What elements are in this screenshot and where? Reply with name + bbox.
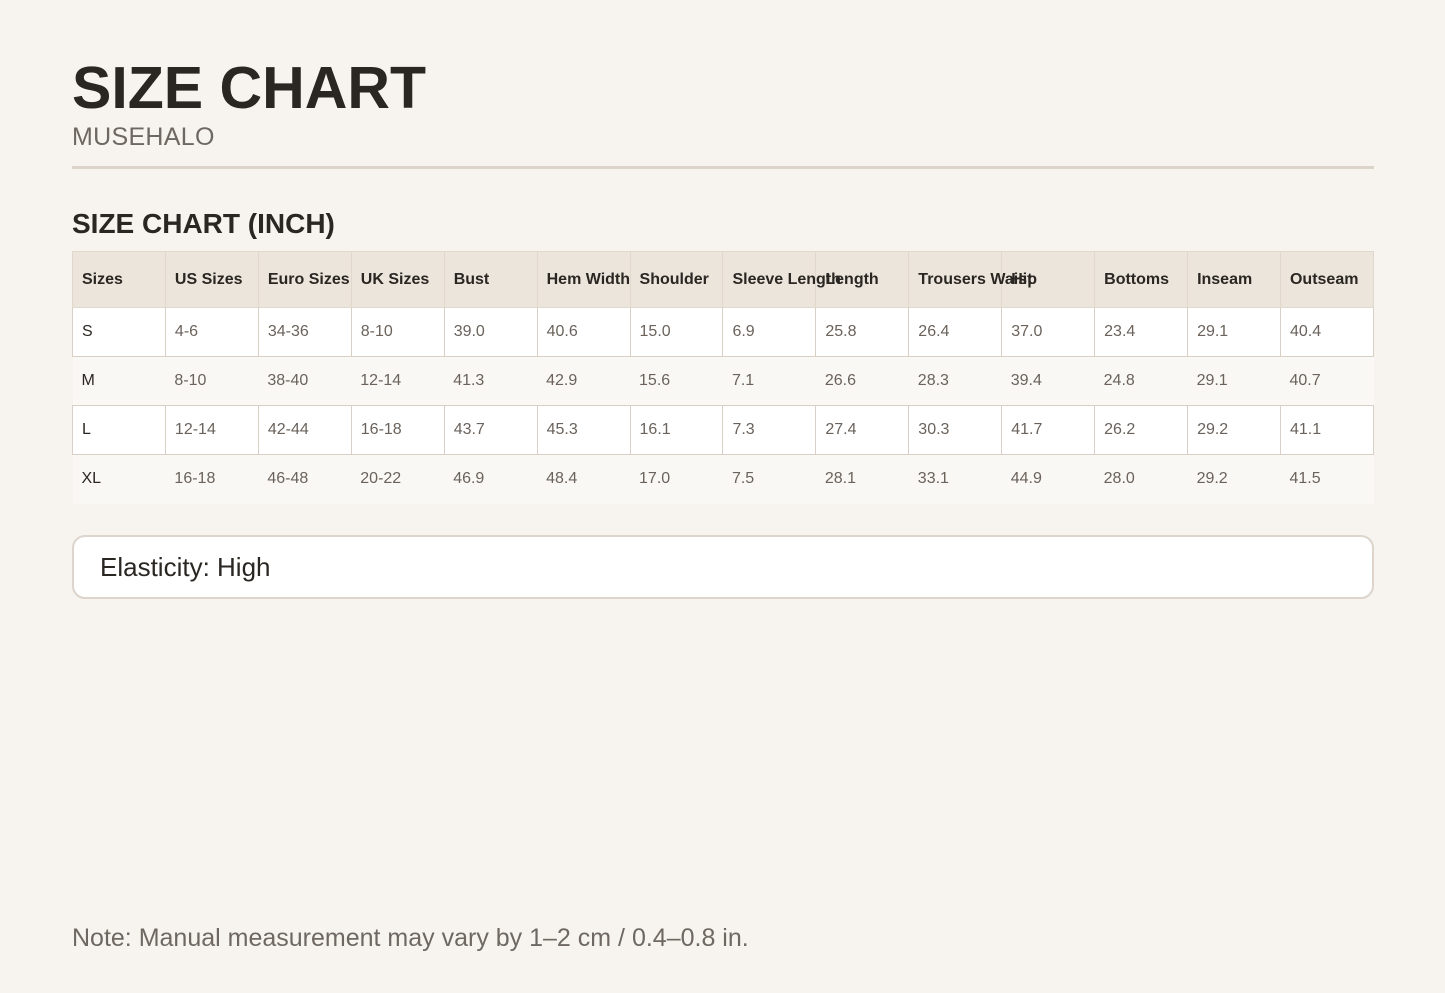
table-cell: 26.4 [908,307,1003,357]
column-header: UK Sizes [350,251,445,308]
table-cell: 40.7 [1280,356,1374,406]
table-cell: 41.5 [1280,454,1374,504]
table-cell: 28.3 [908,356,1002,406]
table-cell: 16.1 [629,405,724,455]
table-cell: 4-6 [164,307,259,357]
column-header: Length [815,251,910,308]
section-title: SIZE CHART (INCH) [72,208,335,239]
table-row: XL 16-18 46-48 20-22 46.9 48.4 17.0 7.5 … [72,454,1374,504]
table-cell: 7.3 [722,405,817,455]
table-cell: 41.1 [1279,405,1375,455]
table-cell: 40.4 [1279,307,1375,357]
column-header: Shoulder [629,251,724,308]
elasticity-box: Elasticity: High [72,535,1374,599]
brand-name: MUSEHALO [72,123,215,151]
table-cell: 28.0 [1094,454,1188,504]
column-header: Outseam [1279,251,1375,308]
column-header: Trousers Waist [908,251,1032,308]
page-title: SIZE CHART [72,55,426,121]
table-cell: 24.8 [1094,356,1188,406]
size-table: Sizes US Sizes Euro Sizes UK Sizes Bust … [72,251,1375,504]
table-cell: 42-44 [257,405,352,455]
table-cell: 41.7 [1001,405,1096,455]
table-cell: 29.2 [1187,405,1281,455]
table-cell: 8-10 [350,307,445,357]
table-row: S 4-6 34-36 8-10 39.0 40.6 15.0 6.9 25.8… [72,307,1375,357]
table-cell: 20-22 [351,454,445,504]
table-cell: 39.0 [443,307,538,357]
size-chart-page: SIZE CHART MUSEHALO SIZE CHART (INCH) Si… [0,0,1445,993]
divider [72,166,1374,169]
column-header: Inseam [1187,251,1281,308]
column-header: Sleeve Length [722,251,841,308]
table-cell: 17.0 [630,454,723,504]
table-cell: 46-48 [258,454,352,504]
table-cell: 46.9 [444,454,538,504]
table-cell: 38-40 [258,356,352,406]
table-cell: 34-36 [257,307,352,357]
table-row: L 12-14 42-44 16-18 43.7 45.3 16.1 7.3 2… [72,405,1375,455]
table-cell: 39.4 [1001,356,1095,406]
table-cell: S [72,307,166,357]
table-row: M 8-10 38-40 12-14 41.3 42.9 15.6 7.1 26… [72,356,1374,406]
table-cell: 33.1 [908,454,1002,504]
table-cell: XL [72,454,166,504]
table-cell: L [72,405,166,455]
table-cell: 15.6 [630,356,723,406]
table-cell: 29.1 [1187,356,1281,406]
table-cell: 41.3 [444,356,538,406]
column-header: Bust [443,251,538,308]
table-cell: 8-10 [165,356,259,406]
table-cell: 28.1 [815,454,909,504]
table-cell: 7.5 [722,454,816,504]
table-cell: 48.4 [537,454,631,504]
table-cell: 25.8 [815,307,910,357]
table-cell: 44.9 [1001,454,1095,504]
table-cell: 45.3 [536,405,631,455]
column-header: Hip [1001,251,1096,308]
table-cell: 16-18 [350,405,445,455]
table-cell: 16-18 [165,454,259,504]
table-cell: 29.1 [1187,307,1281,357]
column-header: Euro Sizes [257,251,352,308]
table-cell: 43.7 [443,405,538,455]
table-cell: 23.4 [1094,307,1189,357]
table-cell: 12-14 [351,356,445,406]
table-cell: 40.6 [536,307,631,357]
table-cell: 27.4 [815,405,910,455]
table-cell: 15.0 [629,307,724,357]
table-cell: 30.3 [908,405,1003,455]
table-header-row: Sizes US Sizes Euro Sizes UK Sizes Bust … [72,251,1375,308]
column-header: Hem Width [536,251,631,308]
table-cell: 6.9 [722,307,817,357]
table-cell: 42.9 [537,356,631,406]
header: SIZE CHART MUSEHALO [72,58,1374,152]
column-header: Bottoms [1094,251,1189,308]
table-cell: 7.1 [722,356,816,406]
table-cell: 12-14 [164,405,259,455]
table-cell: M [72,356,166,406]
column-header: Sizes [72,251,166,308]
table-cell: 26.2 [1094,405,1189,455]
column-header: US Sizes [164,251,259,308]
size-table-container: Sizes US Sizes Euro Sizes UK Sizes Bust … [72,251,1375,504]
measurement-note: Note: Manual measurement may vary by 1–2… [72,924,749,952]
table-cell: 29.2 [1187,454,1281,504]
table-cell: 26.6 [815,356,909,406]
table-cell: 37.0 [1001,307,1096,357]
elasticity-label: Elasticity: High [100,551,271,582]
